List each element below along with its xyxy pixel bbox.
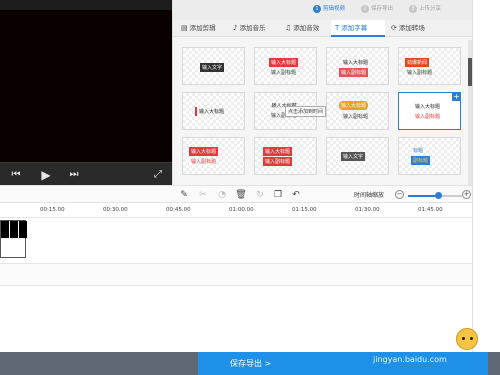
transition-icon: ⟳: [391, 24, 397, 32]
undo-icon[interactable]: ↶: [290, 189, 302, 201]
zoom-label: 时间轴缩放: [354, 192, 385, 199]
plus-icon[interactable]: +: [452, 92, 461, 101]
previous-frame-icon[interactable]: ⏮: [8, 167, 24, 183]
zoom-slider-handle[interactable]: [434, 192, 442, 199]
video-clip[interactable]: [0, 220, 27, 258]
step-export: 2 保存导出: [361, 4, 393, 13]
timeline-tick: 00:45.00: [166, 207, 191, 213]
clip-icon: ▤: [181, 24, 188, 32]
tab-add-sound-effect[interactable]: ♫ 添加音效: [281, 20, 331, 37]
cut-icon[interactable]: ✂: [197, 189, 209, 201]
edit-toolbar: ✎ ✂ ◔ 🗑 ↻ ❐ ↶ 时间轴缩放 − +: [0, 185, 472, 203]
next-frame-icon[interactable]: ⏭: [66, 167, 82, 183]
subtitle-template-card-selected[interactable]: 输入大标题 输入副标题 +: [398, 92, 461, 130]
step-share: 3 上传分享: [409, 4, 441, 13]
play-icon[interactable]: ▶: [38, 167, 54, 183]
mascot-logo: [456, 328, 478, 350]
video-preview: ⏮ ▶ ⏭ ⤢: [0, 0, 172, 185]
zoom-in-icon[interactable]: +: [462, 190, 471, 199]
music-icon: ♪: [233, 24, 238, 32]
tab-add-subtitle[interactable]: T 添加字幕: [331, 20, 385, 37]
subtitle-template-card[interactable]: 劲爆新闻 输入副标题: [398, 47, 461, 85]
video-track[interactable]: [0, 218, 472, 264]
tab-add-music[interactable]: ♪ 添加音乐: [229, 20, 279, 37]
video-frame[interactable]: [0, 10, 172, 162]
subtitle-template-card[interactable]: 输入大标题 输入副标题: [254, 137, 317, 175]
rotate-icon[interactable]: ↻: [254, 189, 266, 201]
timeline-tick: 00:15.00: [40, 207, 65, 213]
bell-icon[interactable]: ◔: [216, 189, 228, 201]
player-controls: ⏮ ▶ ⏭ ⤢: [0, 162, 172, 185]
tab-add-clip[interactable]: ▤ 添加剪辑: [177, 20, 227, 37]
tab-add-transition[interactable]: ⟳ 添加转场: [387, 20, 439, 37]
clip-thumbnail: [1, 221, 9, 238]
step-edit: 1 剪辑视频: [313, 4, 345, 13]
subtitle-template-card[interactable]: 输入大标题 输入副标题: [182, 137, 245, 175]
fullscreen-icon[interactable]: ⤢: [150, 167, 166, 183]
subtitle-template-card[interactable]: 输入大标题 输入副标题: [326, 47, 389, 85]
audio-icon: ♫: [285, 24, 292, 32]
delete-icon[interactable]: 🗑: [235, 189, 247, 201]
timeline-tick: 01:45.00: [418, 207, 443, 213]
subtitle-template-card[interactable]: 输入文字: [182, 47, 245, 85]
subtitle-template-card[interactable]: 标题 副标题: [398, 137, 461, 175]
subtitle-template-card[interactable]: 输入大标题 输入副标题: [326, 92, 389, 130]
audio-track[interactable]: [0, 286, 472, 352]
add-tooltip: 点击添加到时间: [285, 106, 327, 117]
step-indicator: 1 剪辑视频 2 保存导出 3 上传分享: [173, 0, 473, 20]
zoom-out-icon[interactable]: −: [395, 190, 404, 199]
watermark-text: jingyan.baidu.com: [373, 355, 447, 364]
video-editor-window: ⏮ ▶ ⏭ ⤢ 1 剪辑视频 2 保存导出 3 上传分享 ▤ 添加剪辑 ♪ 添加音乐 ♫ 添…: [0, 0, 500, 375]
subtitle-track[interactable]: [0, 264, 472, 286]
subtitle-template-card[interactable]: 输入大标题 输入副标题: [254, 47, 317, 85]
timeline-tick: 01:30.00: [355, 207, 380, 213]
timeline-tick: 00:30.00: [103, 207, 128, 213]
text-icon: T: [335, 24, 340, 32]
timeline-tick: 01:00.00: [229, 207, 254, 213]
clip-thumbnail: [19, 221, 27, 238]
edit-pencil-icon[interactable]: ✎: [178, 189, 190, 201]
timeline-ruler[interactable]: 00:15.00 00:30.00 00:45.00 01:00.00 01:1…: [0, 203, 472, 218]
copy-icon[interactable]: ❐: [272, 189, 284, 201]
clip-thumbnail: [10, 221, 18, 238]
tab-bar: ▤ 添加剪辑 ♪ 添加音乐 ♫ 添加音效 T 添加字幕 ⟳ 添加转场: [173, 20, 473, 37]
right-gutter: [472, 0, 500, 352]
subtitle-template-card[interactable]: 输入大标题: [182, 92, 245, 130]
timeline-tick: 01:15.00: [292, 207, 317, 213]
zoom-slider-fill: [408, 195, 438, 197]
zoom-slider[interactable]: [408, 192, 462, 199]
subtitle-template-card[interactable]: 输入文字: [326, 137, 389, 175]
